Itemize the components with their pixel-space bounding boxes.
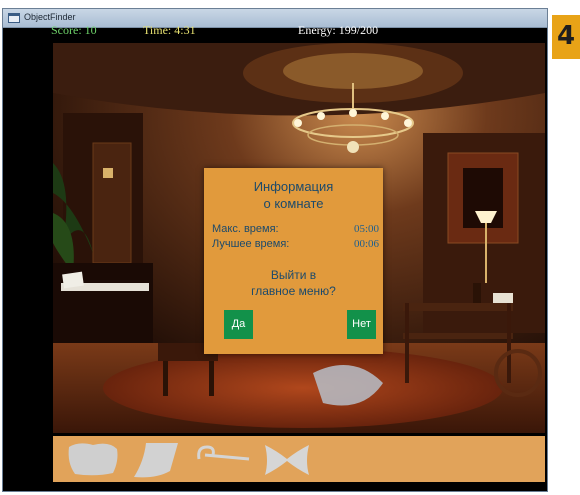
cane-item-icon[interactable] <box>193 441 251 471</box>
inventory-bar <box>53 436 545 482</box>
app-window-icon <box>8 13 20 23</box>
window-title: ObjectFinder <box>24 12 76 22</box>
badge-number: 4 <box>556 21 576 51</box>
time-display: Time: 4:31 <box>143 23 196 37</box>
dialog-title-line1: Информация <box>253 179 334 194</box>
page-badge: 4 <box>552 15 580 59</box>
yes-button[interactable]: Да <box>224 310 253 339</box>
max-time-label: Макс. время: <box>212 223 279 235</box>
exit-question-line1: Выйти в <box>270 268 317 282</box>
dialog-title: Информация о комнате <box>204 178 383 212</box>
dialog-title-line2: о комнате <box>263 196 324 211</box>
best-time-value: 00:06 <box>353 238 379 250</box>
cloth-item-icon[interactable] <box>65 441 120 477</box>
score-display: Score: 10 <box>51 23 97 37</box>
best-time-label: Лучшее время: <box>212 238 290 250</box>
paper-item-icon[interactable] <box>128 441 183 479</box>
energy-display: Energy: 199/200 <box>298 23 379 37</box>
exit-question: Выйти в главное меню? <box>204 267 383 299</box>
exit-question-line2: главное меню? <box>251 284 336 298</box>
no-button[interactable]: Нет <box>347 310 376 339</box>
max-time-value: 05:00 <box>353 223 379 235</box>
bow-item-icon[interactable] <box>261 441 313 479</box>
room-info-dialog: Информация о комнате Макс. время: 05:00 … <box>204 168 383 354</box>
